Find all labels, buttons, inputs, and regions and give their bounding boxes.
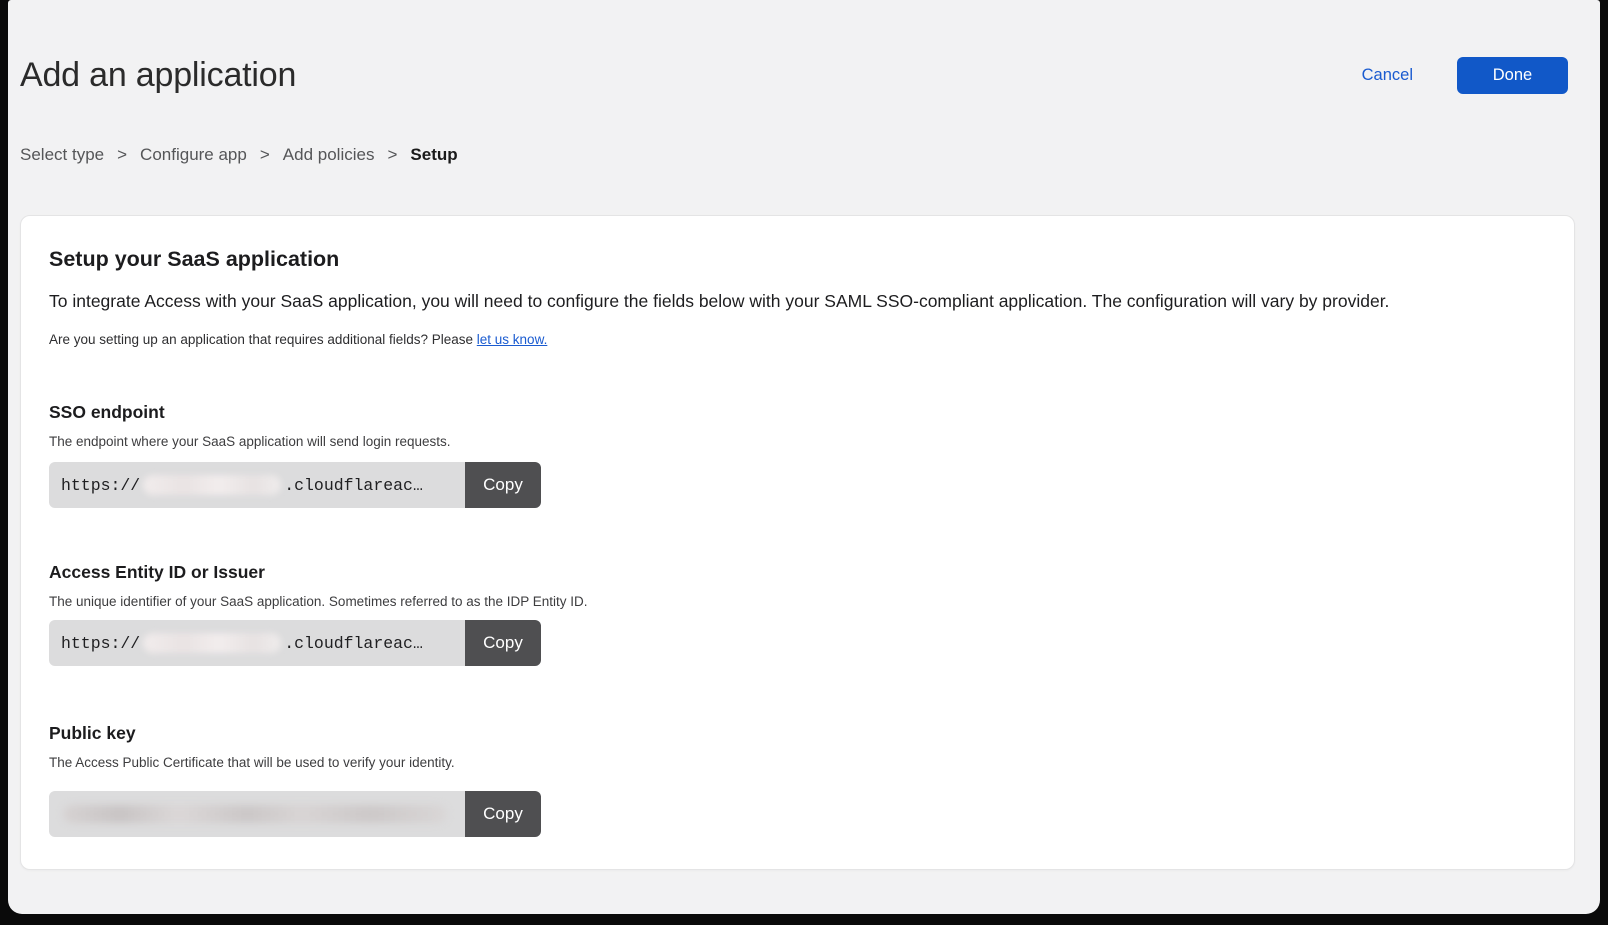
let-us-know-link[interactable]: let us know. bbox=[477, 332, 548, 347]
public-key-copy-button[interactable]: Copy bbox=[465, 791, 541, 837]
entity-id-value: https:// .cloudflareac… bbox=[49, 620, 465, 666]
entity-id-value-prefix: https:// bbox=[61, 634, 140, 653]
entity-id-copy-button[interactable]: Copy bbox=[465, 620, 541, 666]
redacted-value bbox=[143, 633, 281, 653]
sso-endpoint-value-prefix: https:// bbox=[61, 476, 140, 495]
breadcrumb-separator: > bbox=[387, 145, 397, 165]
sso-endpoint-description: The endpoint where your SaaS application… bbox=[49, 432, 1546, 452]
sso-endpoint-value-suffix: .cloudflareac… bbox=[284, 476, 423, 495]
app-window: Add an application Cancel Done Select ty… bbox=[8, 0, 1600, 914]
breadcrumb-separator: > bbox=[117, 145, 127, 165]
cancel-button[interactable]: Cancel bbox=[1362, 66, 1413, 85]
sso-endpoint-field-row: https:// .cloudflareac… Copy bbox=[49, 462, 541, 508]
breadcrumb-separator: > bbox=[260, 145, 270, 165]
public-key-value bbox=[49, 791, 465, 837]
page-header: Add an application Cancel Done bbox=[8, 0, 1600, 95]
sso-endpoint-value: https:// .cloudflareac… bbox=[49, 462, 465, 508]
redacted-value bbox=[63, 805, 447, 823]
breadcrumb: Select type > Configure app > Add polici… bbox=[8, 95, 1600, 165]
entity-id-section: Access Entity ID or Issuer The unique id… bbox=[49, 560, 1546, 666]
page-title: Add an application bbox=[20, 56, 296, 95]
public-key-section: Public key The Access Public Certificate… bbox=[49, 721, 1546, 837]
redacted-value bbox=[143, 475, 281, 495]
breadcrumb-step-setup: Setup bbox=[410, 145, 457, 165]
sso-endpoint-copy-button[interactable]: Copy bbox=[465, 462, 541, 508]
header-actions: Cancel Done bbox=[1362, 57, 1568, 94]
public-key-label: Public key bbox=[49, 721, 1546, 745]
public-key-field-row: Copy bbox=[49, 791, 541, 837]
card-note: Are you setting up an application that r… bbox=[49, 330, 1546, 350]
sso-endpoint-label: SSO endpoint bbox=[49, 400, 1546, 424]
entity-id-field-row: https:// .cloudflareac… Copy bbox=[49, 620, 541, 666]
done-button[interactable]: Done bbox=[1457, 57, 1568, 94]
breadcrumb-step-configure-app[interactable]: Configure app bbox=[140, 145, 247, 165]
breadcrumb-step-add-policies[interactable]: Add policies bbox=[283, 145, 375, 165]
entity-id-description: The unique identifier of your SaaS appli… bbox=[49, 592, 1546, 612]
public-key-description: The Access Public Certificate that will … bbox=[49, 753, 1546, 773]
entity-id-label: Access Entity ID or Issuer bbox=[49, 560, 1546, 584]
card-note-text: Are you setting up an application that r… bbox=[49, 332, 477, 347]
card-title: Setup your SaaS application bbox=[49, 246, 1546, 272]
breadcrumb-step-select-type[interactable]: Select type bbox=[20, 145, 104, 165]
card-intro-text: To integrate Access with your SaaS appli… bbox=[49, 288, 1546, 314]
sso-endpoint-section: SSO endpoint The endpoint where your Saa… bbox=[49, 400, 1546, 508]
entity-id-value-suffix: .cloudflareac… bbox=[284, 634, 423, 653]
setup-card: Setup your SaaS application To integrate… bbox=[20, 215, 1575, 870]
